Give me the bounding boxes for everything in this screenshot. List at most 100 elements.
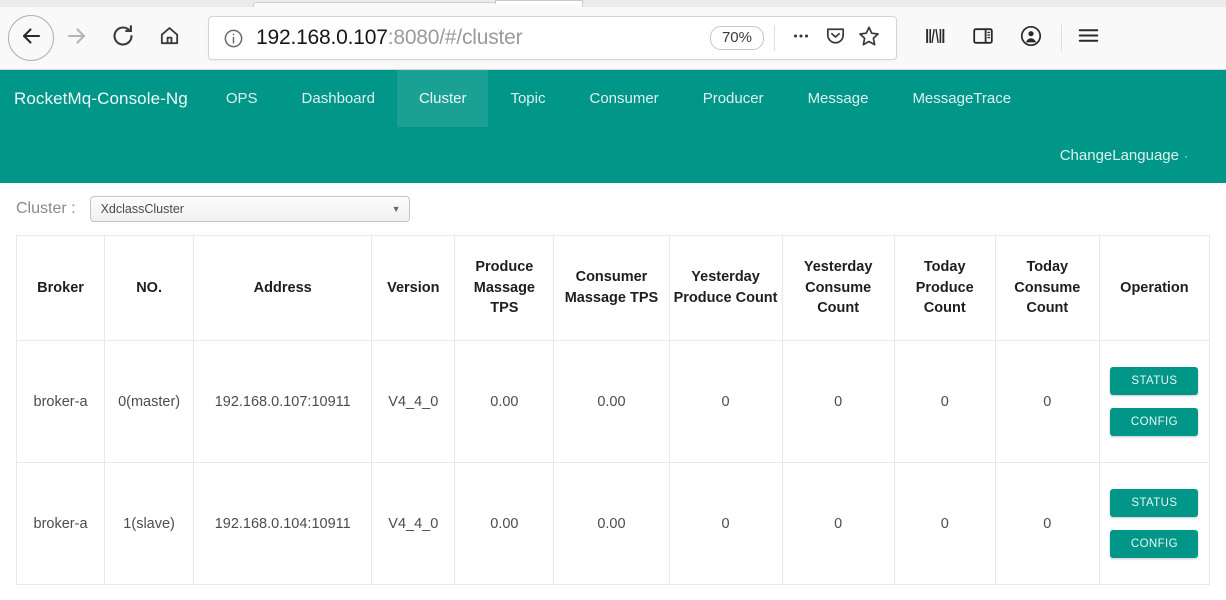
nav-item-topic[interactable]: Topic [488, 70, 567, 127]
cell-operation: STATUS CONFIG [1098, 340, 1211, 463]
table-head: Broker NO. Address Version Produce Massa… [15, 235, 1211, 341]
url-path: :8080/#/cluster [387, 26, 523, 49]
url-bar[interactable]: 192.168.0.107:8080/#/cluster 70% [208, 16, 897, 60]
bookmark-button[interactable] [852, 21, 886, 55]
table-header-row: Broker NO. Address Version Produce Massa… [15, 235, 1211, 341]
header-yesterday-produce: Yesterday Produce Count [668, 235, 783, 341]
status-button[interactable]: STATUS [1110, 489, 1199, 517]
tab-strip [0, 0, 1226, 7]
home-icon [158, 24, 181, 52]
cell-yesterday-consume: 0 [781, 462, 895, 585]
cell-today-consume: 0 [994, 340, 1100, 463]
nav-item-messagetrace[interactable]: MessageTrace [890, 70, 1033, 127]
account-avatar-icon [1019, 24, 1043, 53]
cell-today-produce: 0 [893, 462, 996, 585]
url-text: 192.168.0.107:8080/#/cluster [256, 26, 710, 50]
cell-broker: broker-a [15, 340, 106, 463]
toolbar-separator [1061, 25, 1062, 51]
cluster-select[interactable]: XdclassCluster ▼ [89, 196, 410, 222]
pocket-button[interactable] [818, 21, 852, 55]
chevron-down-icon: ▼ [391, 203, 401, 214]
cell-yesterday-consume: 0 [781, 340, 895, 463]
cell-yesterday-produce: 0 [668, 462, 783, 585]
change-language-dropdown[interactable]: ChangeLanguage · [1060, 147, 1188, 164]
back-arrow-icon [19, 24, 43, 53]
brand-title[interactable]: RocketMq-Console-Ng [0, 70, 204, 127]
home-button[interactable] [146, 15, 192, 61]
app-menu-button[interactable] [1068, 18, 1108, 58]
cell-no: 1(slave) [104, 462, 195, 585]
cell-version: V4_4_0 [371, 462, 456, 585]
cell-version: V4_4_0 [371, 340, 456, 463]
cell-address: 192.168.0.107:10911 [193, 340, 373, 463]
header-version: Version [371, 235, 456, 341]
app-navbar: RocketMq-Console-Ng OPS Dashboard Cluste… [0, 70, 1226, 183]
header-no: NO. [104, 235, 195, 341]
nav-item-producer[interactable]: Producer [681, 70, 786, 127]
back-button[interactable] [8, 15, 54, 61]
header-yesterday-consume: Yesterday Consume Count [781, 235, 895, 341]
nav-item-message[interactable]: Message [786, 70, 891, 127]
nav-item-cluster[interactable]: Cluster [396, 70, 489, 127]
toolbar-right-group [915, 18, 1116, 58]
cell-consume-tps: 0.00 [553, 462, 670, 585]
nav-item-dashboard[interactable]: Dashboard [280, 70, 397, 127]
cell-operation: STATUS CONFIG [1098, 462, 1211, 585]
star-icon [857, 24, 881, 53]
library-button[interactable] [915, 18, 955, 58]
url-host: 192.168.0.107 [256, 26, 388, 49]
broker-table: Broker NO. Address Version Produce Massa… [15, 235, 1211, 585]
cell-produce-tps: 0.00 [454, 462, 555, 585]
reload-icon [111, 24, 135, 53]
cluster-select-value: XdclassCluster [100, 202, 184, 216]
ellipsis-icon [790, 25, 812, 52]
cell-broker: broker-a [15, 462, 106, 585]
reload-button[interactable] [100, 15, 146, 61]
cell-today-consume: 0 [994, 462, 1100, 585]
status-button[interactable]: STATUS [1110, 367, 1199, 395]
header-today-produce: Today Produce Count [893, 235, 996, 341]
page-actions-button[interactable] [784, 21, 818, 55]
cell-today-produce: 0 [893, 340, 996, 463]
nav-item-consumer[interactable]: Consumer [567, 70, 680, 127]
hamburger-menu-icon [1076, 23, 1101, 53]
cluster-selector-row: Cluster : XdclassCluster ▼ [0, 183, 1226, 235]
table-row: broker-a 1(slave) 192.168.0.104:10911 V4… [15, 462, 1211, 585]
info-circle-icon[interactable] [223, 28, 244, 49]
cluster-label: Cluster : [16, 200, 76, 217]
header-broker: Broker [15, 235, 106, 341]
forward-arrow-icon [65, 24, 89, 53]
broker-table-wrapper: Broker NO. Address Version Produce Massa… [0, 235, 1226, 585]
cell-address: 192.168.0.104:10911 [193, 462, 373, 585]
operation-button-group: STATUS CONFIG [1100, 489, 1209, 558]
forward-button[interactable] [54, 15, 100, 61]
table-row: broker-a 0(master) 192.168.0.107:10911 V… [15, 340, 1211, 463]
navigation-toolbar: 192.168.0.107:8080/#/cluster 70% [0, 7, 1226, 69]
cell-no: 0(master) [104, 340, 195, 463]
config-button[interactable]: CONFIG [1110, 408, 1199, 436]
pocket-shield-icon [824, 24, 847, 52]
cell-consume-tps: 0.00 [553, 340, 670, 463]
header-today-consume: Today Consume Count [994, 235, 1100, 341]
table-body: broker-a 0(master) 192.168.0.107:10911 V… [15, 340, 1211, 585]
operation-button-group: STATUS CONFIG [1100, 367, 1209, 436]
library-icon [923, 24, 947, 53]
zoom-level-badge[interactable]: 70% [709, 26, 764, 50]
chevron-down-icon: · [1184, 148, 1188, 163]
navbar-primary-row: RocketMq-Console-Ng OPS Dashboard Cluste… [0, 70, 1226, 127]
sidebar-icon [971, 24, 995, 53]
nav-item-ops[interactable]: OPS [204, 70, 280, 127]
header-produce-tps: Produce Massage TPS [454, 235, 555, 341]
cell-yesterday-produce: 0 [668, 340, 783, 463]
header-address: Address [193, 235, 373, 341]
cell-produce-tps: 0.00 [454, 340, 555, 463]
sidebar-button[interactable] [963, 18, 1003, 58]
page-content: Cluster : XdclassCluster ▼ Broker NO. Ad… [0, 183, 1226, 585]
browser-chrome: 192.168.0.107:8080/#/cluster 70% [0, 0, 1226, 70]
config-button[interactable]: CONFIG [1110, 530, 1199, 558]
header-consumer-tps: Consumer Massage TPS [553, 235, 670, 341]
header-operation: Operation [1098, 235, 1211, 341]
urlbar-separator [774, 25, 775, 51]
browser-tab-secondary[interactable] [495, 0, 583, 4]
account-button[interactable] [1011, 18, 1051, 58]
